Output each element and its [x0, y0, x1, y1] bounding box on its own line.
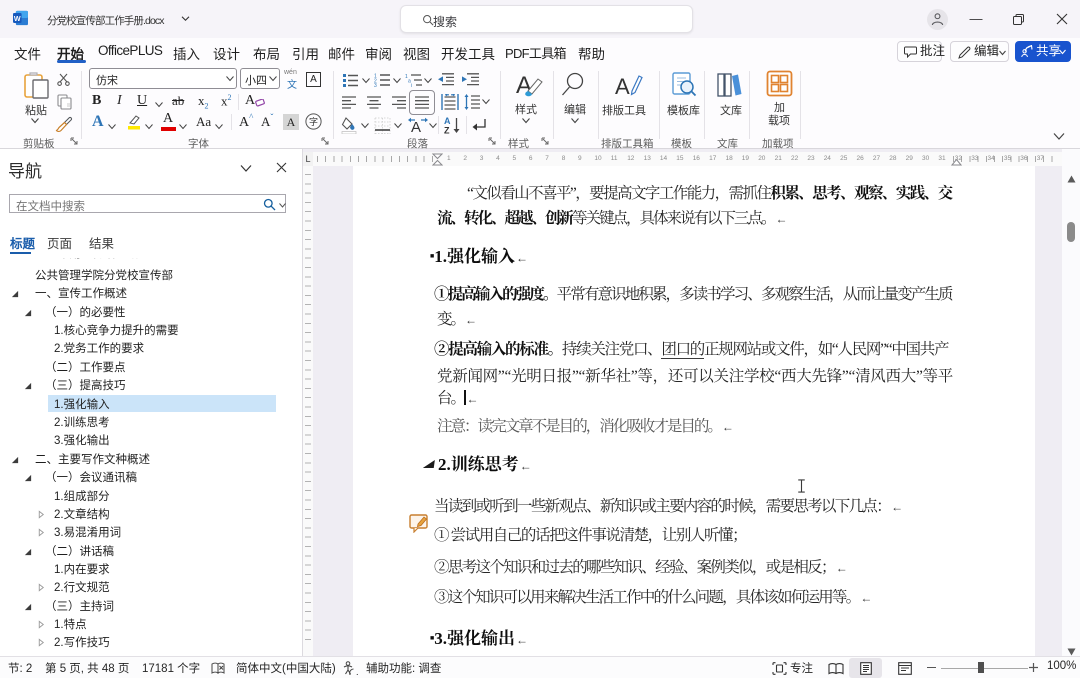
svg-text:A: A	[444, 116, 451, 126]
svg-text:A: A	[615, 74, 630, 99]
svg-text:字: 字	[309, 116, 318, 127]
svg-text:3: 3	[374, 83, 377, 87]
svg-text:Z: Z	[444, 126, 450, 135]
svg-text:W: W	[14, 15, 21, 23]
svg-text:i: i	[411, 83, 412, 87]
svg-text:A: A	[411, 119, 421, 134]
